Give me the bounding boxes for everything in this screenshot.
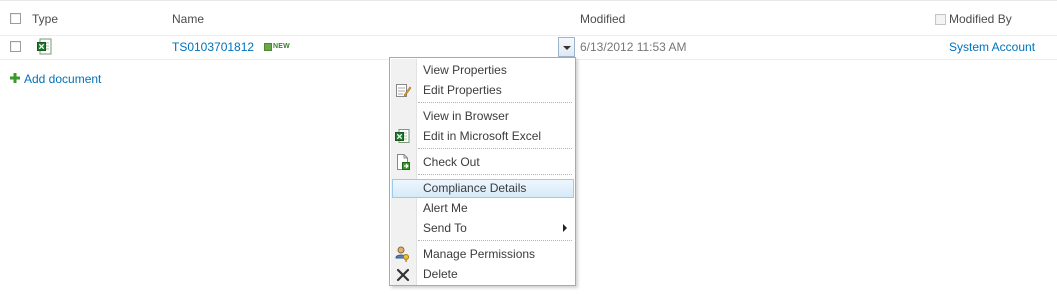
menu-item-alert-me[interactable]: Alert Me bbox=[423, 201, 468, 215]
menu-item-manage-permissions[interactable]: Manage Permissions bbox=[423, 247, 535, 261]
excel-file-icon bbox=[37, 38, 53, 55]
excel-icon bbox=[395, 128, 411, 144]
column-header-type[interactable]: Type bbox=[32, 12, 58, 26]
item-context-menu: View Properties Edit Properties View in … bbox=[389, 57, 576, 286]
modified-by-filter-checkbox bbox=[935, 14, 946, 25]
check-out-icon bbox=[395, 154, 411, 170]
menu-item-delete[interactable]: Delete bbox=[423, 267, 458, 281]
menu-item-view-properties[interactable]: View Properties bbox=[423, 63, 507, 77]
select-all-checkbox[interactable] bbox=[10, 13, 21, 24]
document-name-link[interactable]: TS0103701812 bbox=[172, 40, 254, 54]
menu-separator bbox=[418, 102, 572, 103]
menu-item-edit-properties[interactable]: Edit Properties bbox=[423, 83, 502, 97]
delete-icon bbox=[396, 268, 410, 282]
edit-properties-icon bbox=[395, 82, 412, 98]
menu-separator bbox=[418, 240, 572, 241]
menu-item-check-out[interactable]: Check Out bbox=[423, 155, 480, 169]
new-plus-icon bbox=[264, 43, 272, 51]
column-header-modified-by[interactable]: Modified By bbox=[949, 12, 1012, 26]
submenu-arrow-icon bbox=[563, 224, 567, 232]
row-checkbox[interactable] bbox=[10, 41, 21, 52]
menu-item-edit-in-excel[interactable]: Edit in Microsoft Excel bbox=[423, 129, 541, 143]
new-badge: NEW bbox=[273, 43, 290, 50]
item-menu-dropdown-button[interactable] bbox=[558, 37, 575, 57]
permissions-icon bbox=[395, 246, 411, 262]
modified-date: 6/13/2012 11:53 AM bbox=[580, 40, 687, 54]
chevron-down-icon bbox=[563, 46, 571, 50]
menu-item-compliance-details[interactable]: Compliance Details bbox=[423, 181, 526, 195]
menu-separator bbox=[418, 148, 572, 149]
menu-item-send-to[interactable]: Send To bbox=[423, 221, 467, 235]
menu-separator bbox=[418, 174, 572, 175]
add-document-link[interactable]: Add document bbox=[24, 72, 101, 86]
modified-by-link[interactable]: System Account bbox=[949, 40, 1035, 54]
column-header-modified[interactable]: Modified bbox=[580, 12, 625, 26]
add-icon[interactable] bbox=[10, 72, 20, 83]
column-header-name[interactable]: Name bbox=[172, 12, 204, 26]
top-divider bbox=[0, 0, 1057, 1]
menu-item-view-in-browser[interactable]: View in Browser bbox=[423, 109, 509, 123]
